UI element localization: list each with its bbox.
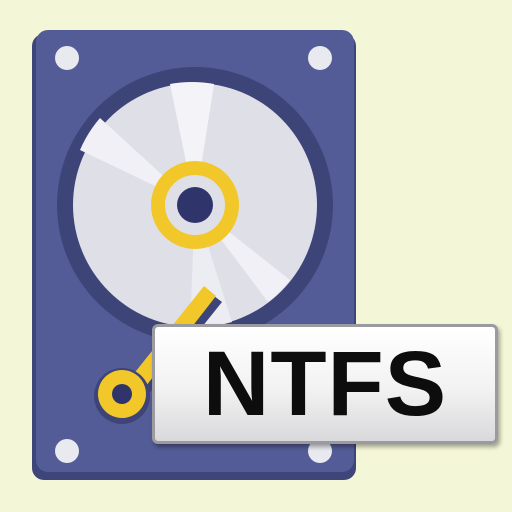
screw-top-left bbox=[55, 46, 79, 70]
spindle-center bbox=[177, 187, 213, 223]
ntfs-badge: NTFS bbox=[152, 324, 498, 444]
screw-bottom-left bbox=[55, 439, 79, 463]
screw-top-right bbox=[308, 46, 332, 70]
